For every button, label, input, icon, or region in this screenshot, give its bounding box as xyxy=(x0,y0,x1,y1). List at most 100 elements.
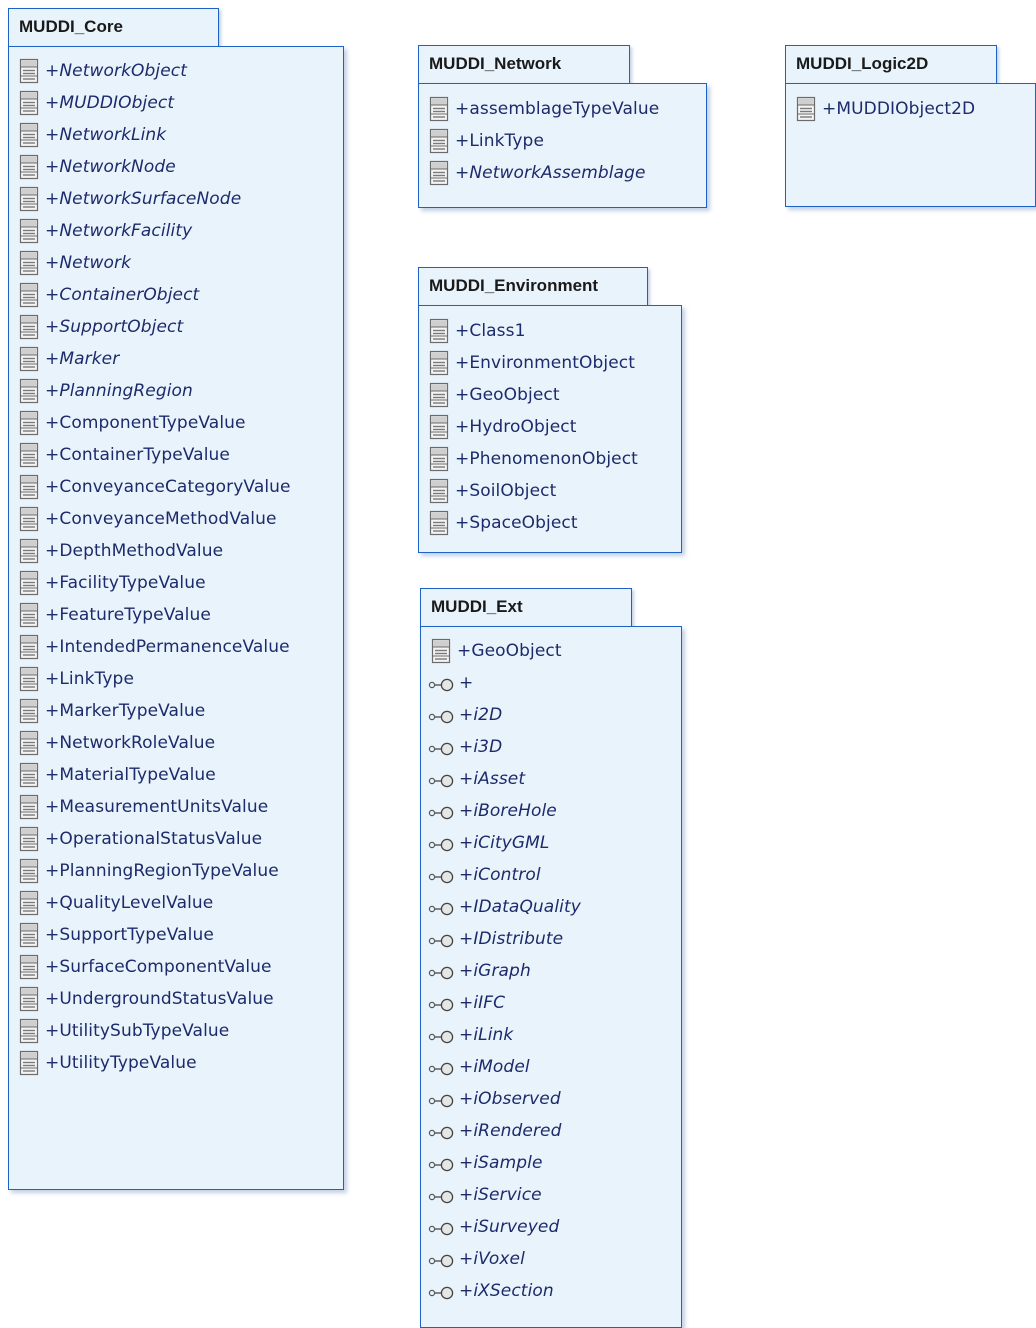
class-icon xyxy=(19,218,39,244)
package-member[interactable]: +UtilityTypeValue xyxy=(19,1047,197,1079)
package-member[interactable]: +NetworkRoleValue xyxy=(19,727,215,759)
package-member[interactable]: +SurfaceComponentValue xyxy=(19,951,272,983)
package-member[interactable]: +iCityGML xyxy=(427,827,550,859)
package-member[interactable]: +SpaceObject xyxy=(429,507,578,539)
package-member[interactable]: +iGraph xyxy=(427,955,531,987)
package-body[interactable]: +NetworkObject +MUDDIObject +NetworkLink +N… xyxy=(8,46,344,1190)
package-member[interactable]: +GeoObject xyxy=(431,635,562,667)
package-member[interactable]: +ConveyanceMethodValue xyxy=(19,503,277,535)
package-member[interactable]: +NetworkFacility xyxy=(19,215,192,247)
package-tab[interactable]: MUDDI_Environment xyxy=(418,267,648,307)
package-member[interactable]: +UtilitySubTypeValue xyxy=(19,1015,229,1047)
member-label: +MarkerTypeValue xyxy=(45,701,206,721)
package-member[interactable]: +DepthMethodValue xyxy=(19,535,223,567)
package-member[interactable]: +MeasurementUnitsValue xyxy=(19,791,268,823)
package-muddi-ext[interactable]: MUDDI_Ext +GeoObject + +i2D +i3D +iAsset +iBo… xyxy=(420,588,682,1328)
package-member[interactable]: +LinkType xyxy=(429,125,544,157)
class-icon xyxy=(19,858,39,884)
package-member[interactable]: +PlanningRegionTypeValue xyxy=(19,855,279,887)
package-member[interactable]: +FeatureTypeValue xyxy=(19,599,211,631)
class-icon xyxy=(19,282,39,308)
package-tab[interactable]: MUDDI_Network xyxy=(418,45,630,85)
member-label: +PlanningRegion xyxy=(45,381,193,401)
package-member[interactable]: +MUDDIObject2D xyxy=(796,93,975,125)
member-label: +SupportObject xyxy=(45,317,184,337)
package-member[interactable]: +ContainerObject xyxy=(19,279,199,311)
class-icon xyxy=(19,122,39,148)
package-member[interactable]: +ComponentTypeValue xyxy=(19,407,246,439)
package-member[interactable]: +MarkerTypeValue xyxy=(19,695,205,727)
package-body[interactable]: +assemblageTypeValue +LinkType +NetworkAss… xyxy=(418,83,707,208)
interface-icon xyxy=(427,798,457,824)
package-member[interactable]: +IDataQuality xyxy=(427,891,581,923)
package-member[interactable]: +GeoObject xyxy=(429,379,560,411)
package-muddi-environment[interactable]: MUDDI_Environment +Class1 +EnvironmentObj… xyxy=(418,267,682,553)
package-member[interactable]: +iService xyxy=(427,1179,542,1211)
member-label: +Network xyxy=(45,253,132,273)
package-member[interactable]: +QualityLevelValue xyxy=(19,887,213,919)
class-icon xyxy=(19,1018,39,1044)
package-member[interactable]: +NetworkNode xyxy=(19,151,176,183)
member-label: +i2D xyxy=(459,705,503,725)
package-member[interactable]: +iSample xyxy=(427,1147,543,1179)
package-muddi-network[interactable]: MUDDI_Network +assemblageTypeValue +LinkT… xyxy=(418,45,707,208)
member-label: +OperationalStatusValue xyxy=(45,829,263,849)
package-member[interactable]: +Network xyxy=(19,247,131,279)
package-tab[interactable]: MUDDI_Ext xyxy=(420,588,632,628)
package-member[interactable]: +SoilObject xyxy=(429,475,556,507)
package-member[interactable]: + xyxy=(427,667,473,699)
package-member[interactable]: +HydroObject xyxy=(429,411,576,443)
package-member[interactable]: +assemblageTypeValue xyxy=(429,93,659,125)
package-member[interactable]: +PlanningRegion xyxy=(19,375,193,407)
package-muddi-logic2d[interactable]: MUDDI_Logic2D +MUDDIObject2D xyxy=(785,45,1036,207)
package-member[interactable]: +MaterialTypeValue xyxy=(19,759,216,791)
package-member[interactable]: +NetworkObject xyxy=(19,55,187,87)
package-member[interactable]: +iXSection xyxy=(427,1275,554,1307)
package-member[interactable]: +iIFC xyxy=(427,987,505,1019)
package-member[interactable]: +PhenomenonObject xyxy=(429,443,638,475)
package-member[interactable]: +iAsset xyxy=(427,763,525,795)
package-member[interactable]: +FacilityTypeValue xyxy=(19,567,206,599)
package-member[interactable]: +iRendered xyxy=(427,1115,562,1147)
package-member[interactable]: +LinkType xyxy=(19,663,134,695)
package-body[interactable]: +Class1 +EnvironmentObject +GeoObject +Hydr… xyxy=(418,305,682,553)
package-member[interactable]: +Class1 xyxy=(429,315,526,347)
package-member[interactable]: +i2D xyxy=(427,699,502,731)
package-member[interactable]: +iModel xyxy=(427,1051,530,1083)
interface-icon xyxy=(427,862,457,888)
interface-icon xyxy=(427,958,457,984)
package-member[interactable]: +ConveyanceCategoryValue xyxy=(19,471,291,503)
package-member[interactable]: +SupportObject xyxy=(19,311,183,343)
package-member[interactable]: +iControl xyxy=(427,859,541,891)
package-body[interactable]: +GeoObject + +i2D +i3D +iAsset +iBoreHole +iCi… xyxy=(420,626,682,1328)
interface-icon xyxy=(427,1150,457,1176)
package-member[interactable]: +ContainerTypeValue xyxy=(19,439,230,471)
package-member[interactable]: +iVoxel xyxy=(427,1243,525,1275)
package-member[interactable]: +iLink xyxy=(427,1019,513,1051)
package-member[interactable]: +IntendedPermanenceValue xyxy=(19,631,290,663)
package-member[interactable]: +NetworkAssemblage xyxy=(429,157,646,189)
package-member[interactable]: +iSurveyed xyxy=(427,1211,559,1243)
package-muddi-core[interactable]: MUDDI_Core +NetworkObject +MUDDIObject +Ne… xyxy=(8,8,344,1190)
package-member[interactable]: +EnvironmentObject xyxy=(429,347,635,379)
member-label: +iIFC xyxy=(459,993,506,1013)
package-member[interactable]: +iObserved xyxy=(427,1083,561,1115)
package-member[interactable]: +OperationalStatusValue xyxy=(19,823,262,855)
package-member[interactable]: +i3D xyxy=(427,731,502,763)
package-member[interactable]: +MUDDIObject xyxy=(19,87,174,119)
class-icon xyxy=(19,538,39,564)
package-member[interactable]: +IDistribute xyxy=(427,923,563,955)
class-icon xyxy=(19,506,39,532)
package-tab[interactable]: MUDDI_Core xyxy=(8,8,219,48)
class-icon xyxy=(429,350,449,376)
package-body[interactable]: +MUDDIObject2D xyxy=(785,83,1036,207)
package-member[interactable]: +NetworkLink xyxy=(19,119,166,151)
package-member[interactable]: +NetworkSurfaceNode xyxy=(19,183,241,215)
class-icon xyxy=(19,442,39,468)
package-member[interactable]: +Marker xyxy=(19,343,119,375)
package-member[interactable]: +iBoreHole xyxy=(427,795,557,827)
member-label: +IDistribute xyxy=(459,929,564,949)
package-member[interactable]: +UndergroundStatusValue xyxy=(19,983,274,1015)
package-tab[interactable]: MUDDI_Logic2D xyxy=(785,45,997,85)
package-member[interactable]: +SupportTypeValue xyxy=(19,919,214,951)
